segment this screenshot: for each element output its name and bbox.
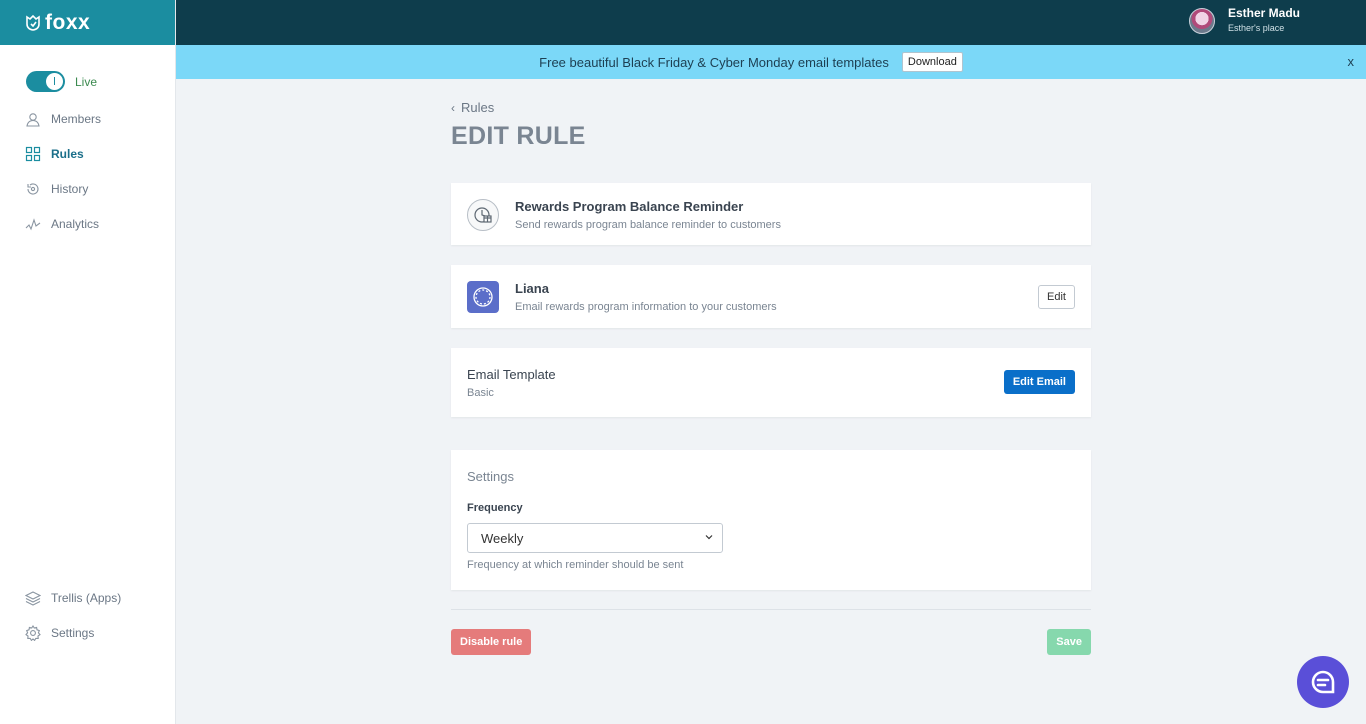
edit-integration-button[interactable]: Edit [1038, 285, 1075, 309]
sidebar-item-analytics[interactable]: Analytics [0, 206, 175, 241]
integration-title: Liana [515, 281, 549, 296]
foxx-logo-icon [26, 14, 40, 31]
frequency-help: Frequency at which reminder should be se… [467, 559, 684, 571]
settings-title: Settings [467, 469, 514, 484]
email-template-card: Email Template Basic Edit Email [451, 348, 1091, 417]
banner-close-button[interactable]: x [1348, 54, 1355, 69]
integration-card: Liana Email rewards program information … [451, 265, 1091, 328]
integration-subtitle: Email rewards program information to you… [515, 301, 777, 313]
sidebar-item-history[interactable]: History [0, 171, 175, 206]
sidebar-item-label: Settings [51, 625, 95, 640]
sidebar-item-label: Trellis (Apps) [51, 590, 122, 605]
sidebar-item-settings[interactable]: Settings [0, 615, 175, 650]
download-button[interactable]: Download [901, 52, 963, 72]
logo[interactable]: foxx [0, 0, 175, 45]
members-icon [26, 112, 40, 127]
rule-subtitle: Send rewards program balance reminder to… [515, 219, 781, 231]
reminder-clock-icon [467, 199, 499, 231]
toggle-knob [46, 73, 63, 90]
analytics-icon [25, 217, 41, 230]
sidebar-item-rules[interactable]: Rules [0, 136, 175, 171]
frequency-value: Weekly [481, 530, 524, 546]
sidebar-item-label: History [51, 181, 89, 196]
avatar [1188, 8, 1215, 34]
rule-title: Rewards Program Balance Reminder [515, 199, 744, 214]
template-subtitle: Basic [467, 387, 494, 399]
template-title: Email Template [467, 367, 556, 382]
logo-text: foxx [45, 10, 91, 34]
live-toggle[interactable] [26, 71, 65, 92]
user-menu[interactable]: Esther Madu Esther's place [1188, 6, 1300, 36]
user-info: Esther Madu Esther's place [1228, 6, 1300, 36]
sidebar-item-members[interactable]: Members [0, 101, 175, 136]
chat-button[interactable] [1297, 656, 1349, 708]
main-content: ‹ Rules EDIT RULE Rewards Program Balanc… [451, 79, 1091, 655]
chat-icon [1311, 670, 1335, 694]
save-button[interactable]: Save [1047, 629, 1091, 655]
settings-card: Settings Frequency Weekly Frequency at w… [451, 450, 1091, 590]
history-icon [27, 182, 39, 194]
page-title: EDIT RULE [451, 122, 586, 150]
user-place: Esther's place [1227, 23, 1285, 33]
live-label: Live [75, 74, 98, 89]
banner-text: Free beautiful Black Friday & Cyber Mond… [539, 54, 889, 70]
promo-banner: Free beautiful Black Friday & Cyber Mond… [176, 45, 1366, 79]
breadcrumb-label: Rules [461, 100, 495, 115]
breadcrumb[interactable]: ‹ Rules [451, 100, 1091, 115]
chevron-down-icon [705, 535, 713, 540]
rule-card: Rewards Program Balance Reminder Send re… [451, 183, 1091, 245]
sidebar-bottom-nav: Trellis (Apps) Settings [0, 580, 175, 650]
user-name: Esther Madu [1227, 6, 1300, 20]
live-toggle-row: Live [0, 45, 175, 101]
liana-logo-icon [467, 281, 499, 313]
sidebar-item-trellis[interactable]: Trellis (Apps) [0, 580, 175, 615]
frequency-select[interactable]: Weekly [467, 523, 723, 553]
frequency-label: Frequency [467, 502, 523, 514]
sidebar-item-label: Rules [51, 146, 84, 161]
top-bar: Esther Madu Esther's place [176, 0, 1366, 45]
sidebar-item-label: Members [51, 111, 102, 126]
rules-icon [25, 146, 41, 161]
chevron-left-icon: ‹ [451, 100, 455, 115]
edit-email-button[interactable]: Edit Email [1003, 370, 1075, 394]
sidebar: foxx Live Members Rules History Analytic… [0, 0, 176, 724]
gear-icon [25, 624, 41, 641]
divider [451, 609, 1091, 610]
sidebar-item-label: Analytics [51, 216, 100, 231]
sidebar-nav: Members Rules History Analytics [0, 101, 175, 241]
disable-rule-button[interactable]: Disable rule [451, 629, 532, 655]
layers-icon [25, 590, 41, 606]
